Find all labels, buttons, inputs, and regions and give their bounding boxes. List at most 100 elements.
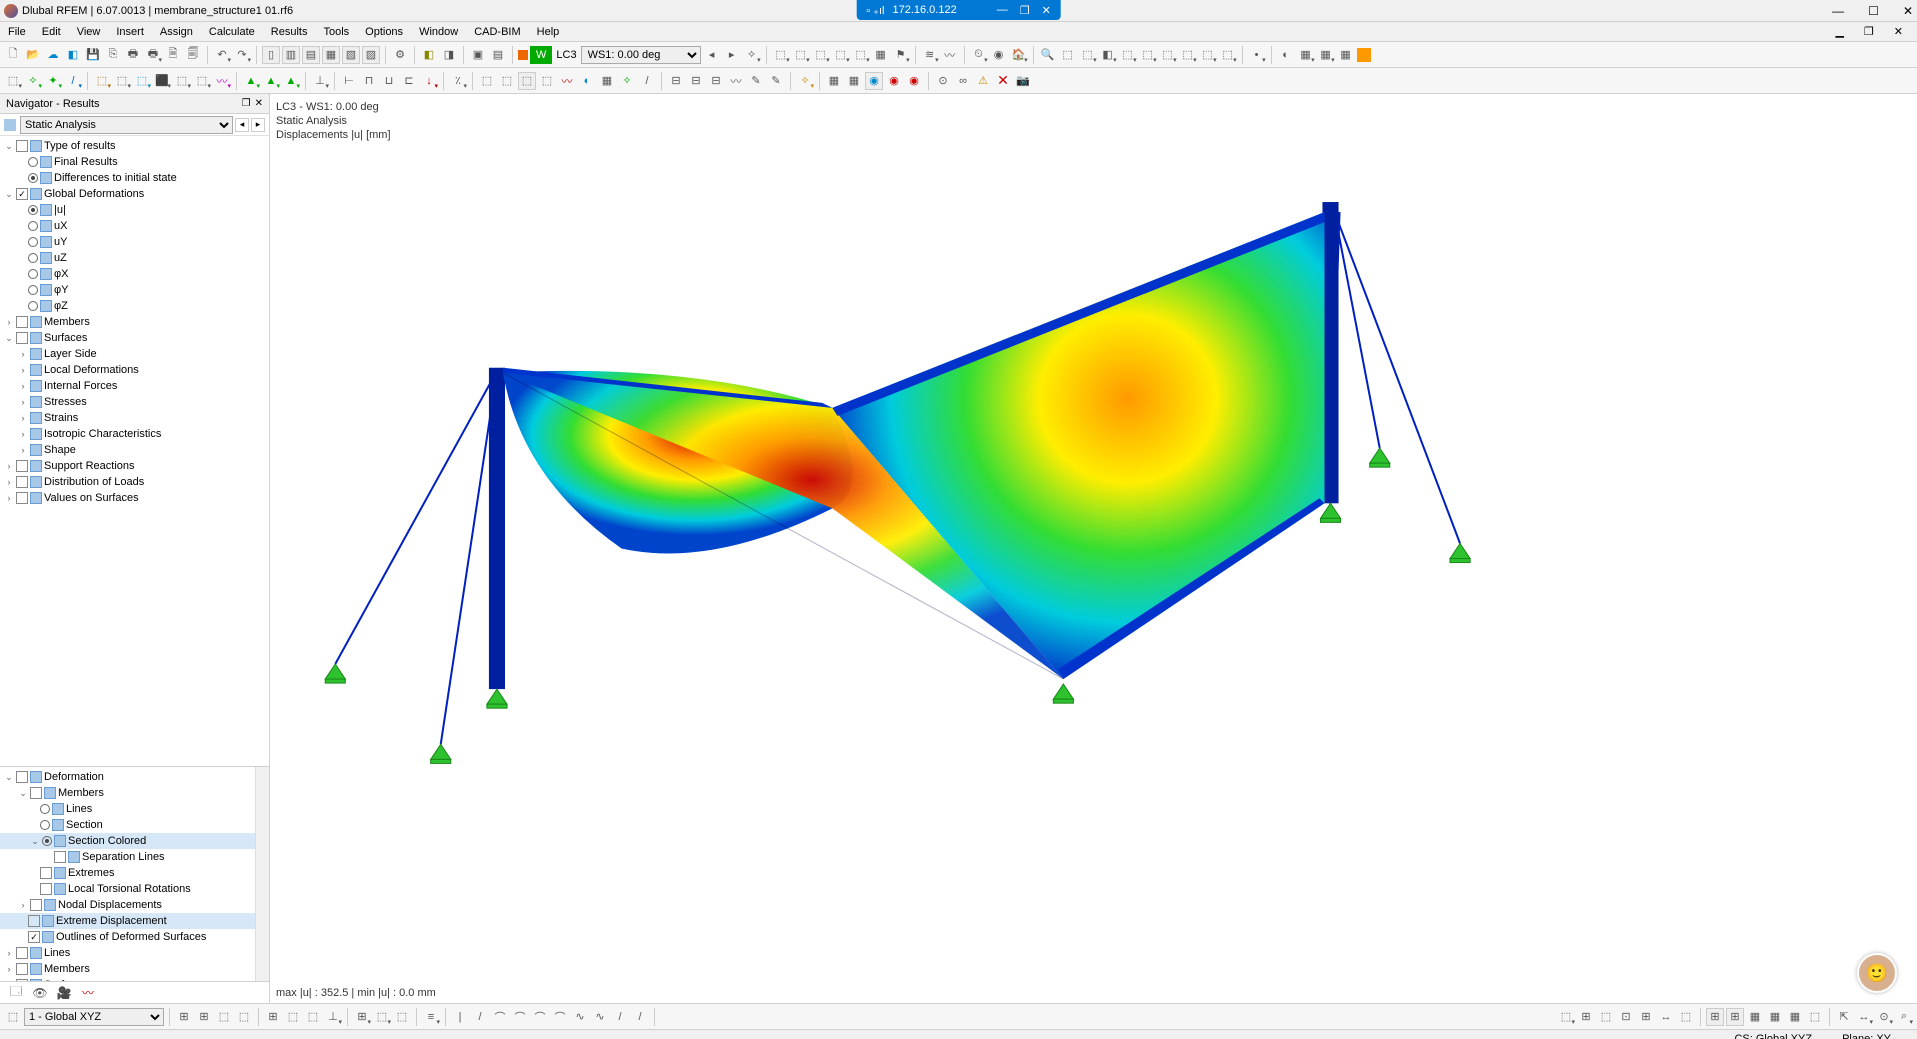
- doc-minimize-icon[interactable]: ▁: [1827, 25, 1851, 38]
- t2-38-icon[interactable]: ▦: [825, 72, 843, 90]
- nav-close-icon[interactable]: ✕: [255, 98, 263, 109]
- t2-37-icon[interactable]: ✧: [796, 72, 814, 90]
- t2-13-icon[interactable]: ▲: [262, 72, 280, 90]
- t2-27-icon[interactable]: ◐: [578, 72, 596, 90]
- t2-40-icon[interactable]: ◉: [865, 72, 883, 90]
- result2-icon[interactable]: ⬚: [772, 46, 790, 64]
- t2-41-icon[interactable]: ◉: [885, 72, 903, 90]
- print-dropdown[interactable]: 🖶: [144, 46, 162, 64]
- b-11-icon[interactable]: ⬚: [393, 1008, 411, 1026]
- iso2-icon[interactable]: ⬚: [1079, 46, 1097, 64]
- t2-11-icon[interactable]: 〰: [213, 72, 231, 90]
- b-31-icon[interactable]: ⊞: [1726, 1008, 1744, 1026]
- b-6-icon[interactable]: ⬚: [284, 1008, 302, 1026]
- close-button[interactable]: ✕: [1903, 4, 1913, 18]
- b-30-icon[interactable]: ⊞: [1706, 1008, 1724, 1026]
- b-35-icon[interactable]: ⬚: [1806, 1008, 1824, 1026]
- result6-icon[interactable]: ⬚: [852, 46, 870, 64]
- save-icon[interactable]: 💾: [84, 46, 102, 64]
- t2-3-icon[interactable]: ✦: [44, 72, 62, 90]
- cloud-icon[interactable]: ☁: [44, 46, 62, 64]
- t2-14-icon[interactable]: ▲: [282, 72, 300, 90]
- cs-icon[interactable]: ⬚: [4, 1008, 22, 1026]
- b-27-icon[interactable]: ⊞: [1637, 1008, 1655, 1026]
- b-36-icon[interactable]: ⇱: [1835, 1008, 1853, 1026]
- menu-options[interactable]: Options: [357, 26, 411, 38]
- t2-2-icon[interactable]: ✧: [24, 72, 42, 90]
- nav-tab-2-icon[interactable]: 👁: [30, 984, 50, 1002]
- t2-15-icon[interactable]: ⊥: [311, 72, 329, 90]
- doc-close-icon[interactable]: ✕: [1886, 25, 1911, 38]
- b-38-icon[interactable]: ⊙: [1875, 1008, 1893, 1026]
- building-icon[interactable]: 🏠: [1010, 46, 1028, 64]
- b-14-icon[interactable]: /: [471, 1008, 489, 1026]
- result1-icon[interactable]: ✧: [743, 46, 761, 64]
- coord-system-select[interactable]: 1 - Global XYZ: [24, 1008, 164, 1026]
- sel2-icon[interactable]: ⬚: [1139, 46, 1157, 64]
- t2-44-icon[interactable]: ∞: [954, 72, 972, 90]
- b-21-icon[interactable]: /: [611, 1008, 629, 1026]
- t2-4-icon[interactable]: /: [64, 72, 82, 90]
- view6-icon[interactable]: ▨: [362, 46, 380, 64]
- lc-next-icon[interactable]: ▸: [723, 46, 741, 64]
- b-13-icon[interactable]: |: [451, 1008, 469, 1026]
- nav-tab-4-icon[interactable]: 〰: [78, 984, 98, 1002]
- t2-39-icon[interactable]: ▦: [845, 72, 863, 90]
- t2-delete-icon[interactable]: ✕: [994, 72, 1012, 90]
- time-icon[interactable]: ⏲: [970, 46, 988, 64]
- b-22-icon[interactable]: /: [631, 1008, 649, 1026]
- results-tree[interactable]: ⌄Type of results Final Results Differenc…: [0, 136, 269, 766]
- block-icon[interactable]: ◧: [64, 46, 82, 64]
- t2-24-icon[interactable]: ⬚: [518, 72, 536, 90]
- t2-36-icon[interactable]: ✎: [767, 72, 785, 90]
- t2-20-icon[interactable]: ↓: [420, 72, 438, 90]
- saveall-icon[interactable]: ⎘: [104, 46, 122, 64]
- support-avatar[interactable]: 🙂: [1857, 953, 1897, 993]
- wind-result-icon[interactable]: ≋: [921, 46, 939, 64]
- loadcase1-icon[interactable]: ◧: [420, 46, 438, 64]
- b-2-icon[interactable]: ⊞: [195, 1008, 213, 1026]
- t2-30-icon[interactable]: /: [638, 72, 656, 90]
- b-37-icon[interactable]: ↔: [1855, 1008, 1873, 1026]
- menu-cadbim[interactable]: CAD-BIM: [466, 26, 528, 38]
- calc1-icon[interactable]: ▣: [469, 46, 487, 64]
- b-29-icon[interactable]: ⬚: [1677, 1008, 1695, 1026]
- view2-icon[interactable]: ▥: [282, 46, 300, 64]
- b-12-icon[interactable]: ≡: [422, 1008, 440, 1026]
- nav-tab-1-icon[interactable]: 🗔: [6, 984, 26, 1002]
- t2-1-icon[interactable]: ⬚: [4, 72, 22, 90]
- menu-help[interactable]: Help: [529, 26, 568, 38]
- doc-restore-icon[interactable]: ❐: [1856, 25, 1882, 38]
- analysis-next-button[interactable]: ▸: [251, 118, 265, 132]
- tree-scrollbar[interactable]: [255, 767, 269, 981]
- menu-edit[interactable]: Edit: [34, 26, 69, 38]
- b-32-icon[interactable]: ▦: [1746, 1008, 1764, 1026]
- nav-pin-icon[interactable]: ❐: [242, 98, 251, 109]
- addon-icon[interactable]: ⚙: [391, 46, 409, 64]
- remote-restore-icon[interactable]: ❐: [1020, 4, 1030, 17]
- b-10-icon[interactable]: ⬚: [373, 1008, 391, 1026]
- lc-desc-select[interactable]: WS1: 0.00 deg: [581, 46, 701, 64]
- menu-assign[interactable]: Assign: [152, 26, 201, 38]
- t2-8-icon[interactable]: ⬛: [153, 72, 171, 90]
- t2-45-icon[interactable]: ⚠: [974, 72, 992, 90]
- result3-icon[interactable]: ⬚: [792, 46, 810, 64]
- menu-tools[interactable]: Tools: [315, 26, 357, 38]
- print-icon[interactable]: 🖶: [124, 46, 142, 64]
- t2-12-icon[interactable]: ▲: [242, 72, 260, 90]
- b-17-icon[interactable]: ⌒: [531, 1008, 549, 1026]
- dyn-icon[interactable]: ◉: [990, 46, 1008, 64]
- sel4-icon[interactable]: ⬚: [1179, 46, 1197, 64]
- t2-6-icon[interactable]: ⬚: [113, 72, 131, 90]
- result4-icon[interactable]: ⬚: [812, 46, 830, 64]
- menu-results[interactable]: Results: [263, 26, 316, 38]
- remote-connection-badge[interactable]: ▫ ₊ıl 172.16.0.122 — ❐ ✕: [856, 0, 1061, 20]
- b-33-icon[interactable]: ▦: [1766, 1008, 1784, 1026]
- b-25-icon[interactable]: ⬚: [1597, 1008, 1615, 1026]
- menu-calculate[interactable]: Calculate: [201, 26, 263, 38]
- calc-flag-icon[interactable]: ⚑: [892, 46, 910, 64]
- menu-window[interactable]: Window: [411, 26, 466, 38]
- multicolor-icon[interactable]: ▦: [1337, 46, 1355, 64]
- calc2-icon[interactable]: ▤: [489, 46, 507, 64]
- new-icon[interactable]: 🗋: [4, 46, 22, 64]
